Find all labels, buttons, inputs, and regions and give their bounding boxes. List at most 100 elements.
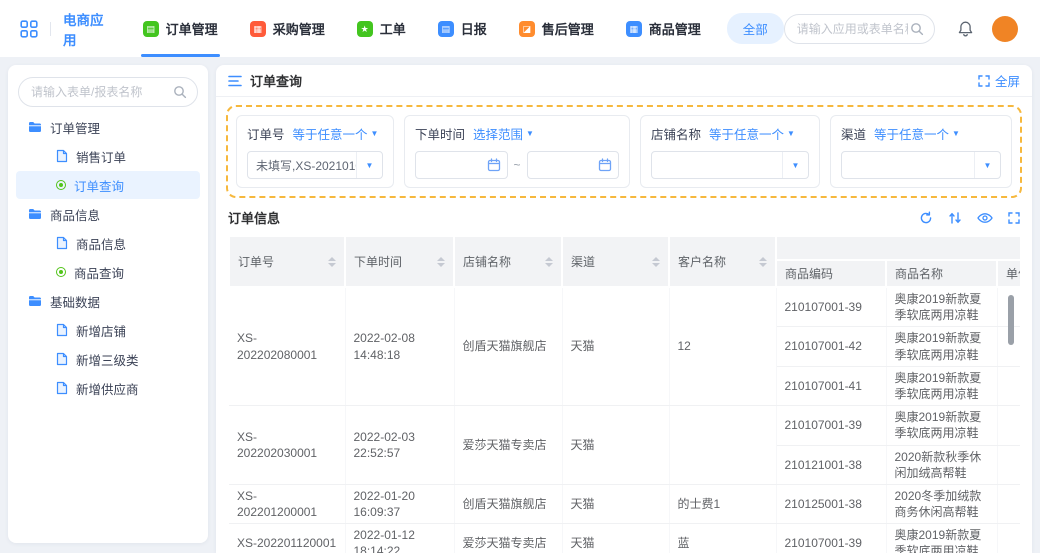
sidebar-search-input[interactable] bbox=[29, 84, 173, 100]
table-fullscreen-icon[interactable] bbox=[1008, 212, 1020, 224]
filter-condition-dropdown[interactable]: 等于任意一个▼ bbox=[874, 124, 960, 143]
filter-condition-dropdown[interactable]: 选择范围▼ bbox=[473, 124, 534, 143]
filter-label: 订单号 bbox=[247, 124, 285, 143]
start-date-field[interactable] bbox=[422, 157, 487, 173]
sidebar-item-new-category[interactable]: 新增三级类 bbox=[16, 345, 200, 373]
document-icon bbox=[56, 352, 68, 366]
page-title: 订单查询 bbox=[250, 71, 302, 90]
sidebar-item-base-data-folder[interactable]: 基础数据 bbox=[16, 287, 200, 315]
all-apps-pill[interactable]: 全部 bbox=[727, 13, 784, 44]
global-search-input[interactable] bbox=[795, 21, 910, 37]
filter-condition-dropdown[interactable]: 等于任意一个▼ bbox=[293, 124, 379, 143]
store-name-filter-select[interactable]: ▼ bbox=[651, 151, 809, 179]
table-section-title: 订单信息 bbox=[228, 208, 280, 227]
tab-label: 采购管理 bbox=[273, 19, 325, 38]
end-date-input[interactable] bbox=[527, 151, 620, 179]
customer-cell bbox=[669, 406, 776, 485]
unit-price-cell bbox=[997, 445, 1020, 484]
tree-item-label: 销售订单 bbox=[76, 147, 126, 166]
global-search[interactable] bbox=[784, 14, 935, 44]
collapse-menu-icon[interactable] bbox=[228, 75, 242, 87]
calendar-icon[interactable] bbox=[598, 158, 612, 172]
target-icon bbox=[56, 267, 66, 277]
product-name-cell: 奥康2019新款夏季软底两用凉鞋 bbox=[886, 406, 997, 445]
visibility-icon[interactable] bbox=[977, 212, 993, 224]
fullscreen-button[interactable]: 全屏 bbox=[978, 71, 1020, 90]
tab-product-management[interactable]: ▦商品管理 bbox=[626, 0, 701, 57]
filter-condition-dropdown[interactable]: 等于任意一个▼ bbox=[709, 124, 795, 143]
sidebar-search[interactable] bbox=[18, 77, 198, 107]
vertical-scrollbar-thumb[interactable] bbox=[1008, 295, 1014, 345]
apps-grid-icon[interactable] bbox=[20, 20, 38, 38]
end-date-field[interactable] bbox=[534, 157, 599, 173]
start-date-input[interactable] bbox=[415, 151, 508, 179]
user-avatar[interactable] bbox=[992, 16, 1018, 42]
col-store[interactable]: 店铺名称 bbox=[454, 236, 562, 287]
channel-filter-select[interactable]: ▼ bbox=[841, 151, 1001, 179]
brand-label[interactable]: 电商应用 bbox=[63, 9, 117, 49]
tab-after-sales[interactable]: ◪售后管理 bbox=[519, 0, 594, 57]
col-order-time[interactable]: 下单时间 bbox=[345, 236, 454, 287]
sidebar-item-new-store[interactable]: 新增店铺 bbox=[16, 316, 200, 344]
sort-caret-icon[interactable] bbox=[759, 257, 767, 267]
page-header: 订单查询 全屏 bbox=[216, 65, 1032, 97]
table-row[interactable]: XS-2022012000012022-01-20 16:09:37创盾天猫旗舰… bbox=[229, 484, 1020, 523]
tree-item-label: 商品信息 bbox=[50, 205, 100, 224]
sort-caret-icon[interactable] bbox=[652, 257, 660, 267]
chevron-down-icon: ▼ bbox=[526, 129, 534, 138]
unit-price-cell bbox=[997, 484, 1020, 523]
col-order-no[interactable]: 订单号 bbox=[229, 236, 345, 287]
filter-condition-label: 选择范围 bbox=[473, 124, 523, 143]
table-row[interactable]: XS-2022020300012022-02-03 22:52:57爱莎天猫专卖… bbox=[229, 406, 1020, 445]
order-no-filter-select[interactable]: 未填写,XS-20210107000...▼ bbox=[247, 151, 383, 179]
store-cell: 爱莎天猫专卖店 bbox=[454, 524, 562, 553]
col-customer[interactable]: 客户名称 bbox=[669, 236, 776, 287]
aftersales-app-icon: ◪ bbox=[519, 21, 535, 37]
sidebar: 订单管理销售订单订单查询商品信息商品信息商品查询基础数据新增店铺新增三级类新增供… bbox=[8, 65, 208, 543]
sidebar-item-new-supplier[interactable]: 新增供应商 bbox=[16, 374, 200, 402]
select-value: 未填写,XS-20210107000... bbox=[248, 157, 356, 174]
select-caret-zone[interactable]: ▼ bbox=[356, 152, 382, 178]
col-channel[interactable]: 渠道 bbox=[562, 236, 669, 287]
tab-order-management[interactable]: ▤订单管理 bbox=[143, 0, 218, 57]
tab-label: 商品管理 bbox=[649, 19, 701, 38]
sidebar-item-product-query[interactable]: 商品查询 bbox=[16, 258, 200, 286]
filter-condition-label: 等于任意一个 bbox=[293, 124, 368, 143]
notification-bell-icon[interactable] bbox=[957, 20, 974, 38]
select-caret-zone[interactable]: ▼ bbox=[782, 152, 808, 178]
product-code-cell: 210107001-39 bbox=[776, 524, 886, 553]
orders-table-body: XS-2022020800012022-02-08 14:48:18创盾天猫旗舰… bbox=[229, 287, 1020, 553]
tab-daily-report[interactable]: ▤日报 bbox=[438, 0, 487, 57]
select-caret-zone[interactable]: ▼ bbox=[974, 152, 1000, 178]
customer-cell: 的士费1 bbox=[669, 484, 776, 523]
product-name-cell: 奥康2019新款夏季软底两用凉鞋 bbox=[886, 524, 997, 553]
sidebar-item-order-query[interactable]: 订单查询 bbox=[16, 171, 200, 199]
col-product-code[interactable]: 商品编码 bbox=[776, 260, 886, 287]
table-row[interactable]: XS-2022020800012022-02-08 14:48:18创盾天猫旗舰… bbox=[229, 287, 1020, 327]
product-code-cell: 210125001-38 bbox=[776, 484, 886, 523]
tab-purchase-management[interactable]: ▦采购管理 bbox=[250, 0, 325, 57]
tree-item-label: 订单管理 bbox=[50, 118, 100, 137]
search-icon[interactable] bbox=[173, 85, 187, 99]
report-app-icon: ▤ bbox=[438, 21, 454, 37]
filter-zone: 订单号等于任意一个▼未填写,XS-20210107000...▼下单时间选择范围… bbox=[226, 105, 1022, 198]
sort-caret-icon[interactable] bbox=[328, 257, 336, 267]
unit-price-cell bbox=[997, 406, 1020, 445]
sort-caret-icon[interactable] bbox=[437, 257, 445, 267]
sidebar-item-product-info-folder[interactable]: 商品信息 bbox=[16, 200, 200, 228]
store-cell: 创盾天猫旗舰店 bbox=[454, 484, 562, 523]
channel-filter: 渠道等于任意一个▼▼ bbox=[830, 115, 1012, 188]
col-unit-price[interactable]: 单价 bbox=[997, 260, 1020, 287]
col-product-name[interactable]: 商品名称 bbox=[886, 260, 997, 287]
sort-icon[interactable] bbox=[948, 211, 962, 225]
refresh-icon[interactable] bbox=[919, 211, 933, 225]
sort-caret-icon[interactable] bbox=[545, 257, 553, 267]
table-row[interactable]: XS-2022011200012022-01-12 18:14:22爱莎天猫专卖… bbox=[229, 524, 1020, 553]
search-icon[interactable] bbox=[910, 22, 924, 36]
calendar-icon[interactable] bbox=[487, 158, 501, 172]
sidebar-item-order-management-folder[interactable]: 订单管理 bbox=[16, 113, 200, 141]
tab-work-order[interactable]: ★工单 bbox=[357, 0, 406, 57]
sidebar-item-sales-order[interactable]: 销售订单 bbox=[16, 142, 200, 170]
filter-label-row: 订单号等于任意一个▼ bbox=[247, 124, 383, 143]
sidebar-item-product-info[interactable]: 商品信息 bbox=[16, 229, 200, 257]
